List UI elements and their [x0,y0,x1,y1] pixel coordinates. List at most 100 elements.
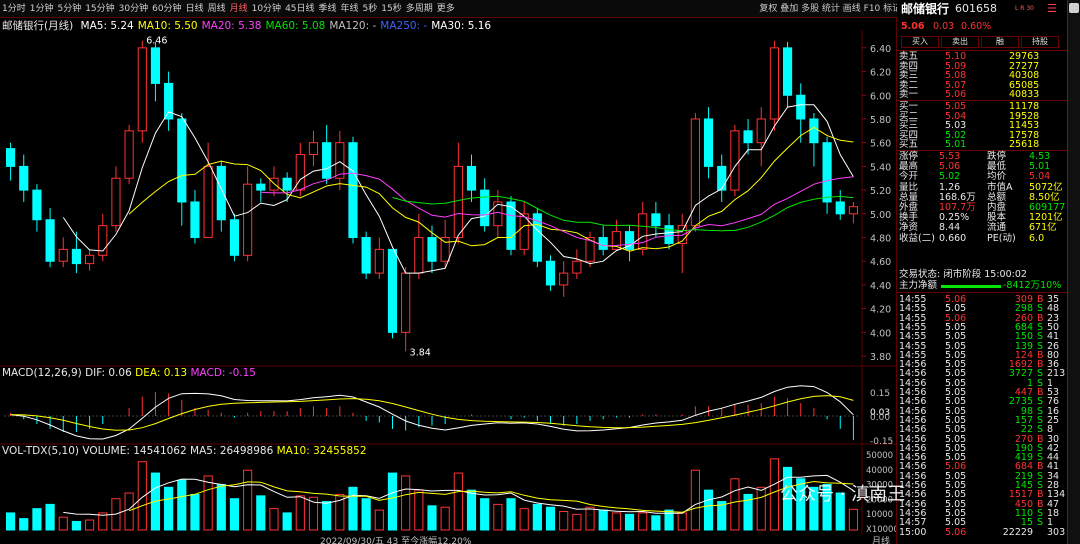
period-tab[interactable]: 多周期 [404,0,435,18]
period-tab[interactable]: 月线 [228,0,250,18]
net-flow-bar [941,285,1001,288]
margin-button[interactable]: 融 [981,36,1019,48]
volume-bar [256,495,266,531]
ask-row[interactable]: 卖二 5.07 65085 [897,80,1067,91]
net-label: 主力净额 [899,280,938,291]
tick-count: 303 [1047,526,1066,538]
stat-value: 0.660 [939,232,967,244]
candle-body [401,272,411,333]
period-tab[interactable]: 季线 [317,0,339,18]
candle-body [717,165,727,191]
volume-bar [453,472,463,531]
period-tab[interactable]: 15分钟 [83,0,116,18]
level-label: 卖一 [899,89,919,101]
volume-bar [572,513,582,531]
candle-body [480,189,490,227]
candle-body [6,148,16,167]
volume-bar [164,486,174,531]
tick-time: 15:00 [899,526,927,538]
period-tab[interactable]: 日线 [184,0,206,18]
volume-bar [85,519,95,531]
period-tab[interactable]: 30分钟 [117,0,150,18]
period-tab[interactable]: 60分钟 [150,0,183,18]
close-icon[interactable] [1069,3,1079,13]
candle-body [85,254,95,265]
period-tab[interactable]: 45日线 [283,0,316,18]
candle-body [32,189,42,221]
stat-label: 收益(二) [899,232,935,244]
right-sidebar[interactable] [1067,0,1080,544]
candle-body [243,183,253,256]
bid-row[interactable]: 买二 5.04 19528 [897,111,1067,122]
tick-volume: 22229 [1002,526,1033,538]
candle-body [809,118,819,144]
bottom-note: 2022/09/30/五 43 至今涨幅12.20% [320,537,472,544]
period-tab[interactable]: 周线 [206,0,228,18]
period-tab[interactable]: 5秒 [361,0,380,18]
sell-button[interactable]: 卖出 [941,36,979,48]
ask-row[interactable]: 卖五 5.10 29763 [897,52,1067,62]
ask-row[interactable]: 卖一 5.06 40833 [897,90,1067,100]
candle-body [177,118,187,203]
stat-value: 6.0 [1029,232,1045,244]
period-tab[interactable]: 更多 [435,0,457,18]
stats-row: 收益(二) 0.660 PE(动) 6.0 [897,232,1067,244]
macd-tick-label: 0.00 [870,413,890,423]
stats-row: 涨停 5.53 跌停 4.53 [897,152,1067,162]
volume-bar [32,508,42,531]
vol-tick-label: X10000 [866,525,896,534]
volume-bar [690,469,700,531]
period-tab[interactable]: 1分时 [0,0,28,18]
menu-icon[interactable]: ☰ [1047,3,1057,14]
candle-body [256,183,266,191]
volume-bar [848,508,858,531]
main-net-flow: 主力净额 -8412万10% [897,281,1067,292]
candle-body [150,47,161,84]
kline-chart[interactable]: 6.40 6.20 6.00 5.80 5.60 5.40 5.20 5.00 4.80 4.60… [0,30,896,534]
ask-row[interactable]: 卖四 5.09 27277 [897,61,1067,72]
stats-row: 总量 168.6万 总额 8.50亿 [897,192,1067,203]
vol-volume: VOLUME: 14541062 [82,445,187,457]
candle-body [374,248,384,274]
divider [897,292,1067,293]
period-tab[interactable]: 5分钟 [55,0,83,18]
holdings-button[interactable]: 持股 [1021,36,1059,48]
candle-body [703,118,714,167]
period-tab[interactable]: 15秒 [379,0,403,18]
vol-ma10: MA10: 32455852 [276,445,367,457]
y-tick-label: 5.80 [870,115,891,126]
period-tab[interactable]: 年线 [339,0,361,18]
macd-title: MACD(12,26,9) [2,367,82,379]
volume-bar [229,498,240,531]
volume-bar [361,498,371,531]
bid-row[interactable]: 买三 5.03 11453 [897,121,1067,131]
bid-row[interactable]: 买四 5.02 17578 [897,130,1067,141]
ask-row[interactable]: 卖三 5.08 40308 [897,71,1067,81]
bid-row[interactable]: 买五 5.01 25618 [897,140,1067,150]
volume-bar [440,506,450,531]
period-tabs: 1分时 1分钟 5分钟 15分钟 30分钟 60分钟 日线 周线 月线 10分钟 45日线 季线 年线 5… [0,0,457,18]
quote-panel: 邮储银行 601658 L R 30 ☰ 5.06 0.03 0.60% 买入 … [897,0,1067,544]
y-tick-label: 4.80 [870,234,891,245]
stat-value: 5.02 [939,171,961,183]
period-tab[interactable]: 10分钟 [250,0,283,18]
candle-body [572,260,582,274]
y-tick-label: 5.00 [870,210,891,221]
y-tick-label: 3.80 [870,352,891,363]
candle-body [545,260,556,286]
volume-bar [624,513,635,531]
candle-body [229,219,240,256]
stat-label: 均价 [987,171,1007,183]
low-price-label: 3.84 [410,347,431,358]
vol-ma5: MA5: 26498986 [190,445,274,457]
macd-title-bar: MACD(12,26,9) DIF: 0.06 DEA: 0.13 MACD: … [2,367,256,379]
volume-bar [611,512,621,531]
volume-bar [545,506,556,531]
period-tab[interactable]: 1分钟 [28,0,56,18]
buy-button[interactable]: 买入 [901,36,939,48]
candle-body [598,237,608,250]
candle-body [848,206,858,215]
candle-body [19,165,29,191]
bid-row[interactable]: 买一 5.05 11178 [897,102,1067,112]
macd-tick-label: 0.15 [870,389,890,399]
